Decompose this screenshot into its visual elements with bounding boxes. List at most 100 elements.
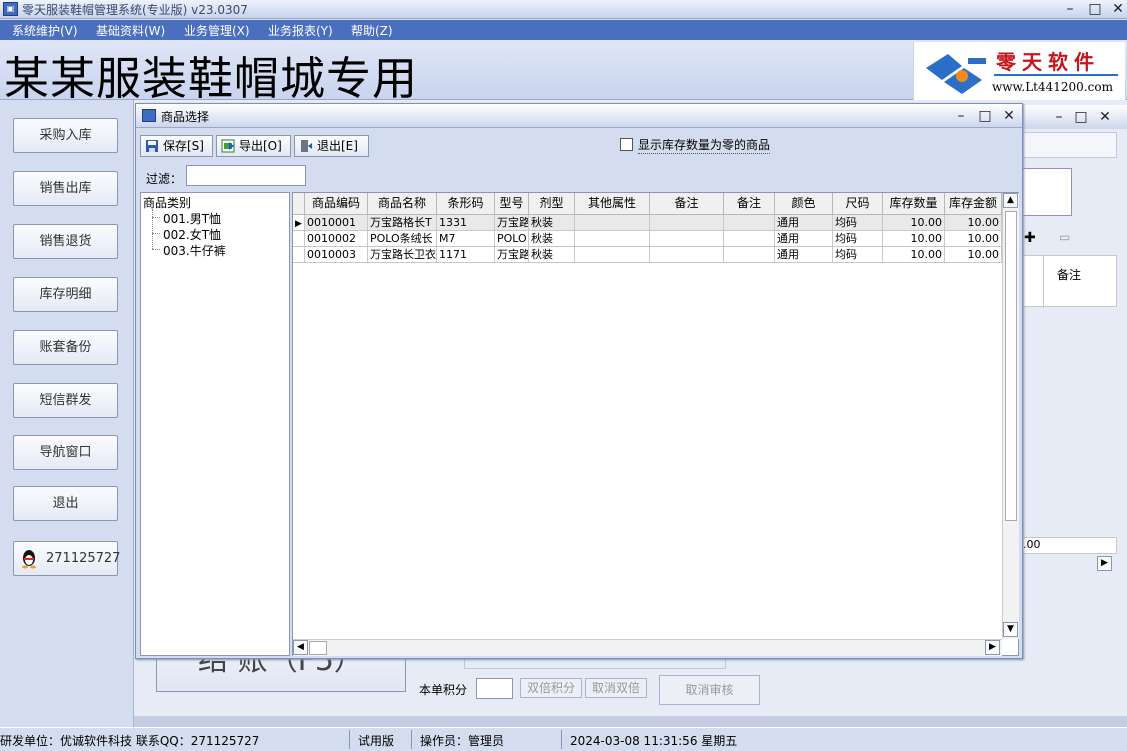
save-button[interactable]: 保存[S] [140, 135, 213, 157]
cell-col-type[interactable]: 秋装 [529, 215, 575, 231]
header-col-name[interactable]: 商品名称 [368, 193, 437, 215]
header-col-stock-qty[interactable]: 库存数量 [883, 193, 945, 215]
cell-col-other-attr[interactable] [575, 231, 650, 247]
cell-col-code[interactable]: 0010001 [305, 215, 368, 231]
cell-col-remark2[interactable] [724, 215, 775, 231]
tree-item-men-tshirt[interactable]: 001.男T恤 [163, 210, 221, 227]
cell-col-stock-qty[interactable]: 10.00 [883, 247, 945, 263]
scroll-thumb[interactable] [1005, 211, 1017, 521]
cell-col-size[interactable]: 均码 [833, 247, 883, 263]
customer-box[interactable] [1022, 168, 1072, 216]
add-row-icon[interactable]: ✚ [1024, 230, 1036, 246]
sales-maximize-icon[interactable]: □ [1070, 108, 1092, 126]
cell-col-code[interactable]: 0010003 [305, 247, 368, 263]
exit-button[interactable]: 退出 [13, 486, 118, 521]
cell-col-other-attr[interactable] [575, 215, 650, 231]
hscroll-thumb[interactable] [309, 641, 327, 655]
cell-col-size[interactable]: 均码 [833, 215, 883, 231]
scroll-left-icon[interactable]: ◀ [293, 640, 308, 655]
dialog-minimize-icon[interactable]: – [950, 107, 972, 125]
show-zero-label[interactable]: 显示库存数量为零的商品 [638, 136, 771, 154]
cell-col-model[interactable]: POLO [495, 231, 529, 247]
menu-basic-data[interactable]: 基础资料(W) [96, 22, 165, 39]
cell-col-size[interactable]: 均码 [833, 231, 883, 247]
sales-out-button[interactable]: 销售出库 [13, 171, 118, 206]
cell-col-color[interactable]: 通用 [775, 247, 833, 263]
exit-dialog-button[interactable]: 退出[E] [294, 135, 369, 157]
vertical-scrollbar[interactable]: ▲ ▼ [1002, 193, 1019, 639]
header-col-stock-amount[interactable]: 库存金额 [945, 193, 1002, 215]
header-col-type[interactable]: 剂型 [529, 193, 575, 215]
cell-col-color[interactable]: 通用 [775, 215, 833, 231]
purchase-in-button[interactable]: 采购入库 [13, 118, 118, 153]
sales-return-button[interactable]: 销售退货 [13, 224, 118, 259]
tree-item-jeans[interactable]: 003.牛仔裤 [163, 242, 226, 259]
cell-col-remark[interactable] [650, 215, 724, 231]
header-col-code[interactable]: 商品编码 [305, 193, 368, 215]
cell-col-stock-amount[interactable]: 10.00 [945, 215, 1002, 231]
horizontal-scrollbar[interactable]: ◀ ▶ [293, 639, 1002, 656]
cell-col-type[interactable]: 秋装 [529, 231, 575, 247]
menu-system[interactable]: 系统维护(V) [12, 22, 78, 39]
sms-button[interactable]: 短信群发 [13, 383, 118, 418]
nav-window-button[interactable]: 导航窗口 [13, 435, 118, 470]
double-points-button[interactable]: 双倍积分 [520, 678, 582, 698]
remove-row-icon[interactable]: ▭ [1059, 230, 1070, 244]
tree-item-women-tshirt[interactable]: 002.女T恤 [163, 226, 221, 243]
scroll-up-icon[interactable]: ▲ [1003, 193, 1018, 208]
dialog-close-icon[interactable]: ✕ [998, 107, 1020, 125]
cell-col-stock-qty[interactable]: 10.00 [883, 215, 945, 231]
header-col-color[interactable]: 颜色 [775, 193, 833, 215]
backup-button[interactable]: 账套备份 [13, 330, 118, 365]
cell-col-barcode[interactable]: 1331 [437, 215, 495, 231]
qq-contact-button[interactable]: 271125727 [13, 541, 120, 576]
row-indicator[interactable] [293, 231, 305, 247]
cell-col-code[interactable]: 0010002 [305, 231, 368, 247]
sales-minimize-icon[interactable]: – [1048, 108, 1070, 126]
cell-col-barcode[interactable]: M7 [437, 231, 495, 247]
show-zero-checkbox[interactable] [620, 138, 633, 151]
close-icon[interactable]: ✕ [1107, 0, 1127, 18]
sales-close-icon[interactable]: ✕ [1094, 108, 1116, 126]
cell-col-name[interactable]: 万宝路长卫衣 [368, 247, 437, 263]
sales-scroll-right-icon[interactable]: ▶ [1097, 556, 1112, 571]
header-col-other-attr[interactable]: 其他属性 [575, 193, 650, 215]
scroll-down-icon[interactable]: ▼ [1003, 622, 1018, 637]
menu-help[interactable]: 帮助(Z) [351, 22, 393, 39]
cell-col-name[interactable]: 万宝路格长T [368, 215, 437, 231]
cell-col-name[interactable]: POLO条绒长 [368, 231, 437, 247]
cell-col-other-attr[interactable] [575, 247, 650, 263]
cancel-double-button[interactable]: 取消双倍 [585, 678, 647, 698]
stock-detail-button[interactable]: 库存明细 [13, 277, 118, 312]
filter-input[interactable] [186, 165, 306, 186]
cell-col-type[interactable]: 秋装 [529, 247, 575, 263]
cell-col-model[interactable]: 万宝路 [495, 247, 529, 263]
cell-col-remark2[interactable] [724, 247, 775, 263]
header-col-remark[interactable]: 备注 [650, 193, 724, 215]
cell-col-stock-amount[interactable]: 10.00 [945, 231, 1002, 247]
header-col-size[interactable]: 尺码 [833, 193, 883, 215]
header-col-barcode[interactable]: 条形码 [437, 193, 495, 215]
menu-business[interactable]: 业务管理(X) [184, 22, 250, 39]
header-col-model[interactable]: 型号 [495, 193, 529, 215]
cell-col-color[interactable]: 通用 [775, 231, 833, 247]
maximize-icon[interactable]: □ [1084, 0, 1106, 18]
row-indicator[interactable]: ▶ [293, 215, 305, 231]
dialog-maximize-icon[interactable]: □ [974, 107, 996, 125]
points-input[interactable] [476, 678, 513, 699]
cell-col-remark2[interactable] [724, 231, 775, 247]
header-col-remark2[interactable]: 备注 [724, 193, 775, 215]
minimize-icon[interactable]: – [1059, 0, 1081, 18]
cell-col-remark[interactable] [650, 247, 724, 263]
scroll-right-icon[interactable]: ▶ [985, 640, 1000, 655]
cancel-review-button[interactable]: 取消审核 [659, 675, 760, 705]
export-button[interactable]: 导出[O] [216, 135, 291, 157]
menu-reports[interactable]: 业务报表(Y) [268, 22, 333, 39]
tree-root[interactable]: 商品类别 [143, 194, 191, 211]
cell-col-remark[interactable] [650, 231, 724, 247]
row-indicator[interactable] [293, 247, 305, 263]
cell-col-stock-amount[interactable]: 10.00 [945, 247, 1002, 263]
cell-col-stock-qty[interactable]: 10.00 [883, 231, 945, 247]
cell-col-barcode[interactable]: 1171 [437, 247, 495, 263]
cell-col-model[interactable]: 万宝路 [495, 215, 529, 231]
